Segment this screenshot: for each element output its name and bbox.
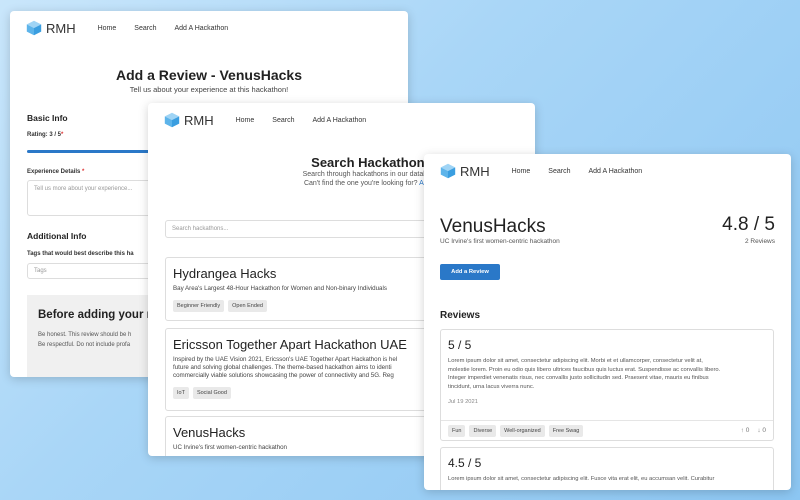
review-footer: Fun Diverse Well-organized Free Swag ↑ 0… [441, 420, 773, 440]
hackathon-detail-window: RMH Home Search Add A Hackathon VenusHac… [424, 154, 791, 490]
review-date: Jul 19 2021 [448, 399, 478, 405]
tag[interactable]: Beginner Friendly [173, 300, 225, 312]
nav-add-hackathon[interactable]: Add A Hackathon [588, 168, 642, 175]
add-review-button[interactable]: Add a Review [440, 264, 500, 280]
tag[interactable]: Diverse [469, 424, 497, 437]
downvote-count: 0 [762, 427, 766, 434]
upvote-button[interactable]: ↑ 0 [741, 427, 750, 434]
tag-list: Fun Diverse Well-organized Free Swag [448, 424, 584, 437]
tag[interactable]: Well-organized [500, 424, 545, 437]
guideline-2: Be respectful. Do not include profa [38, 342, 131, 348]
nav-home[interactable]: Home [98, 25, 117, 32]
review-line: molestie lorem. Proin eu odio quis liber… [448, 366, 721, 373]
logo[interactable]: RMH [440, 163, 490, 179]
hackathon-subtitle: UC Irvine's first women-centric hackatho… [440, 238, 560, 245]
nav-search[interactable]: Search [548, 168, 570, 175]
rating-label: Rating: 3 / 5* [27, 132, 63, 138]
page-subtitle: Tell us about your experience at this ha… [129, 85, 289, 94]
nav-add-hackathon[interactable]: Add A Hackathon [174, 25, 228, 32]
brand-name: RMH [460, 163, 490, 179]
tag[interactable]: Open Ended [228, 300, 267, 312]
review-count: 2 Reviews [745, 238, 775, 245]
review-line: Lorem ipsum dolor sit amet, consectetur … [448, 358, 703, 364]
tags-label: Tags that would best describe this ha [27, 251, 134, 257]
cube-logo-icon [26, 20, 42, 36]
nav-add-hackathon[interactable]: Add A Hackathon [312, 117, 366, 124]
guidelines-heading: Before adding your r [38, 309, 152, 321]
tag[interactable]: IoT [173, 387, 189, 399]
tag[interactable]: Social Good [192, 387, 231, 399]
arrow-down-icon: ↓ [757, 427, 761, 434]
upvote-count: 0 [745, 427, 750, 434]
hackathon-title: VenusHacks [440, 216, 546, 237]
brand-name: RMH [184, 112, 214, 128]
average-rating: 4.8 / 5 [722, 214, 775, 235]
vote-controls: ↑ 0 ↓ 0 [741, 427, 766, 434]
nav-home[interactable]: Home [512, 168, 531, 175]
tag[interactable]: Fun [448, 424, 466, 437]
review-score: 4.5 / 5 [448, 456, 482, 470]
basic-info-heading: Basic Info [27, 113, 68, 123]
logo[interactable]: RMH [26, 20, 76, 36]
arrow-up-icon: ↑ [740, 427, 744, 434]
review-text: Lorem ipsum dolor sit amet, consectetur … [441, 352, 773, 391]
review-text: Lorem ipsum dolor sit amet, consectetur … [441, 470, 773, 484]
required-marker: * [61, 132, 64, 138]
nav-search[interactable]: Search [272, 117, 294, 124]
nav-home[interactable]: Home [236, 117, 255, 124]
brand-name: RMH [46, 20, 76, 36]
reviews-heading: Reviews [440, 310, 481, 321]
navbar: RMH Home Search Add A Hackathon [424, 154, 791, 188]
tag[interactable]: Free Swag [548, 424, 584, 437]
experience-label-text: Experience Details [27, 169, 81, 175]
guideline-1: Be honest. This review should be h [38, 332, 132, 338]
cube-logo-icon [164, 112, 180, 128]
review-card: 4.5 / 5 Lorem ipsum dolor sit amet, cons… [440, 447, 774, 490]
rating-label-text: Rating: 3 / 5 [27, 132, 62, 138]
page-title: Add a Review - VenusHacks [116, 67, 302, 83]
logo[interactable]: RMH [164, 112, 214, 128]
review-card: 5 / 5 Lorem ipsum dolor sit amet, consec… [440, 329, 774, 441]
navbar: RMH Home Search Add A Hackathon [10, 11, 408, 45]
review-score: 5 / 5 [448, 338, 472, 352]
downvote-button[interactable]: ↓ 0 [757, 427, 766, 434]
subtitle-text: Can't find the one you're looking for? [303, 180, 418, 187]
review-line: Integer imperdiet venenatis risus, nec c… [448, 375, 709, 381]
nav-search[interactable]: Search [134, 25, 156, 32]
required-marker: * [82, 169, 85, 175]
cube-logo-icon [440, 163, 456, 179]
navbar: RMH Home Search Add A Hackathon [148, 103, 535, 137]
experience-label: Experience Details * [27, 169, 84, 175]
review-line: Lorem ipsum dolor sit amet, consectetur … [448, 476, 715, 482]
review-line: tincidunt, urna lacus viverra nunc. [448, 383, 535, 390]
additional-info-heading: Additional Info [27, 231, 87, 241]
